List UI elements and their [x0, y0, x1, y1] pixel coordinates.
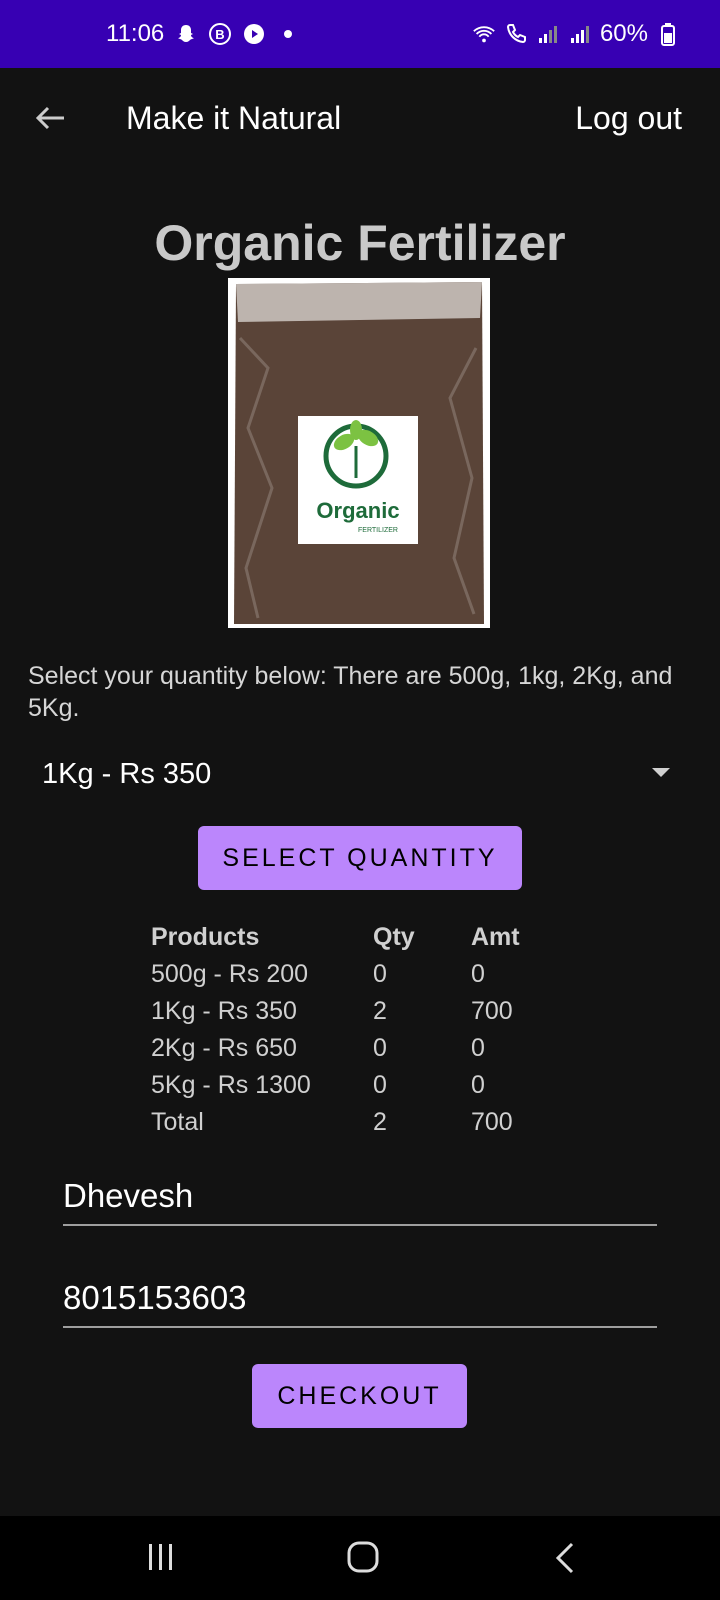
table-header-row: Products Qty Amt: [151, 918, 551, 956]
status-time: 11:06: [106, 20, 165, 47]
order-table: Products Qty Amt 500g - Rs 200 0 0 1Kg -…: [151, 918, 551, 1141]
product-title: Organic Fertilizer: [154, 215, 566, 271]
status-left: 11:06 B: [106, 0, 300, 68]
home-icon[interactable]: [346, 1540, 380, 1574]
recent-apps-icon[interactable]: [146, 1542, 176, 1572]
battery-percent: 60%: [599, 20, 648, 47]
cell-qty: 0: [373, 1071, 387, 1099]
play-icon: [242, 22, 266, 46]
cell-qty: 2: [373, 997, 387, 1025]
dropdown-selected-value: 1Kg - Rs 350: [42, 758, 212, 790]
product-image: Organic FERTILIZER: [228, 278, 490, 628]
table-row: 2Kg - Rs 650 0 0: [151, 1030, 551, 1067]
select-quantity-button[interactable]: Select Quantity: [198, 826, 522, 890]
header-qty: Qty: [373, 922, 415, 951]
quantity-description: Select your quantity below: There are 50…: [28, 662, 673, 722]
cell-amt: 700: [471, 997, 513, 1025]
image-logo-text: Organic: [316, 498, 399, 523]
cell-qty: 0: [373, 960, 387, 988]
b-icon: B: [208, 22, 232, 46]
table-row: 500g - Rs 200 0 0: [151, 956, 551, 993]
status-right: 60%: [472, 0, 680, 68]
battery-icon: [656, 22, 680, 46]
name-field[interactable]: Dhevesh: [63, 1168, 657, 1226]
back-arrow-icon[interactable]: [30, 98, 70, 138]
app-title: Make it Natural: [126, 100, 342, 136]
header-amt: Amt: [471, 922, 520, 951]
cell-product: 2Kg - Rs 650: [151, 1034, 297, 1062]
checkout-button[interactable]: Checkout: [252, 1364, 467, 1428]
cell-product: 500g - Rs 200: [151, 960, 309, 988]
cell-total-qty: 2: [373, 1108, 387, 1136]
phone-field[interactable]: 8015153603: [63, 1270, 657, 1328]
table-total-row: Total 2 700: [151, 1104, 551, 1141]
dot-icon: [276, 22, 300, 46]
image-logo-subtext: FERTILIZER: [358, 527, 398, 534]
header-products: Products: [151, 922, 260, 951]
svg-text:B: B: [216, 27, 225, 42]
cell-amt: 0: [471, 1034, 485, 1062]
app-bar: Make it Natural Log out: [0, 68, 720, 168]
snapchat-icon: [174, 22, 198, 46]
wifi-icon: [472, 22, 496, 46]
cell-amt: 0: [471, 1071, 485, 1099]
signal-icon: [536, 22, 560, 46]
table-row: 5Kg - Rs 1300 0 0: [151, 1067, 551, 1104]
cell-product: 1Kg - Rs 350: [151, 997, 297, 1025]
table-row: 1Kg - Rs 350 2 700: [151, 993, 551, 1030]
cell-amt: 0: [471, 960, 485, 988]
quantity-dropdown[interactable]: 1Kg - Rs 350: [28, 750, 678, 802]
cell-total-amt: 700: [471, 1108, 513, 1136]
call-icon: [504, 22, 528, 46]
status-bar: 11:06 B 60%: [0, 0, 720, 68]
logout-button[interactable]: Log out: [575, 98, 682, 138]
signal-icon: [568, 22, 592, 46]
system-nav-bar: [0, 1516, 720, 1600]
cell-product: 5Kg - Rs 1300: [151, 1071, 311, 1099]
cell-qty: 0: [373, 1034, 387, 1062]
back-icon[interactable]: [552, 1540, 578, 1576]
cell-total-label: Total: [151, 1108, 204, 1136]
dropdown-caret-icon: [652, 768, 670, 777]
